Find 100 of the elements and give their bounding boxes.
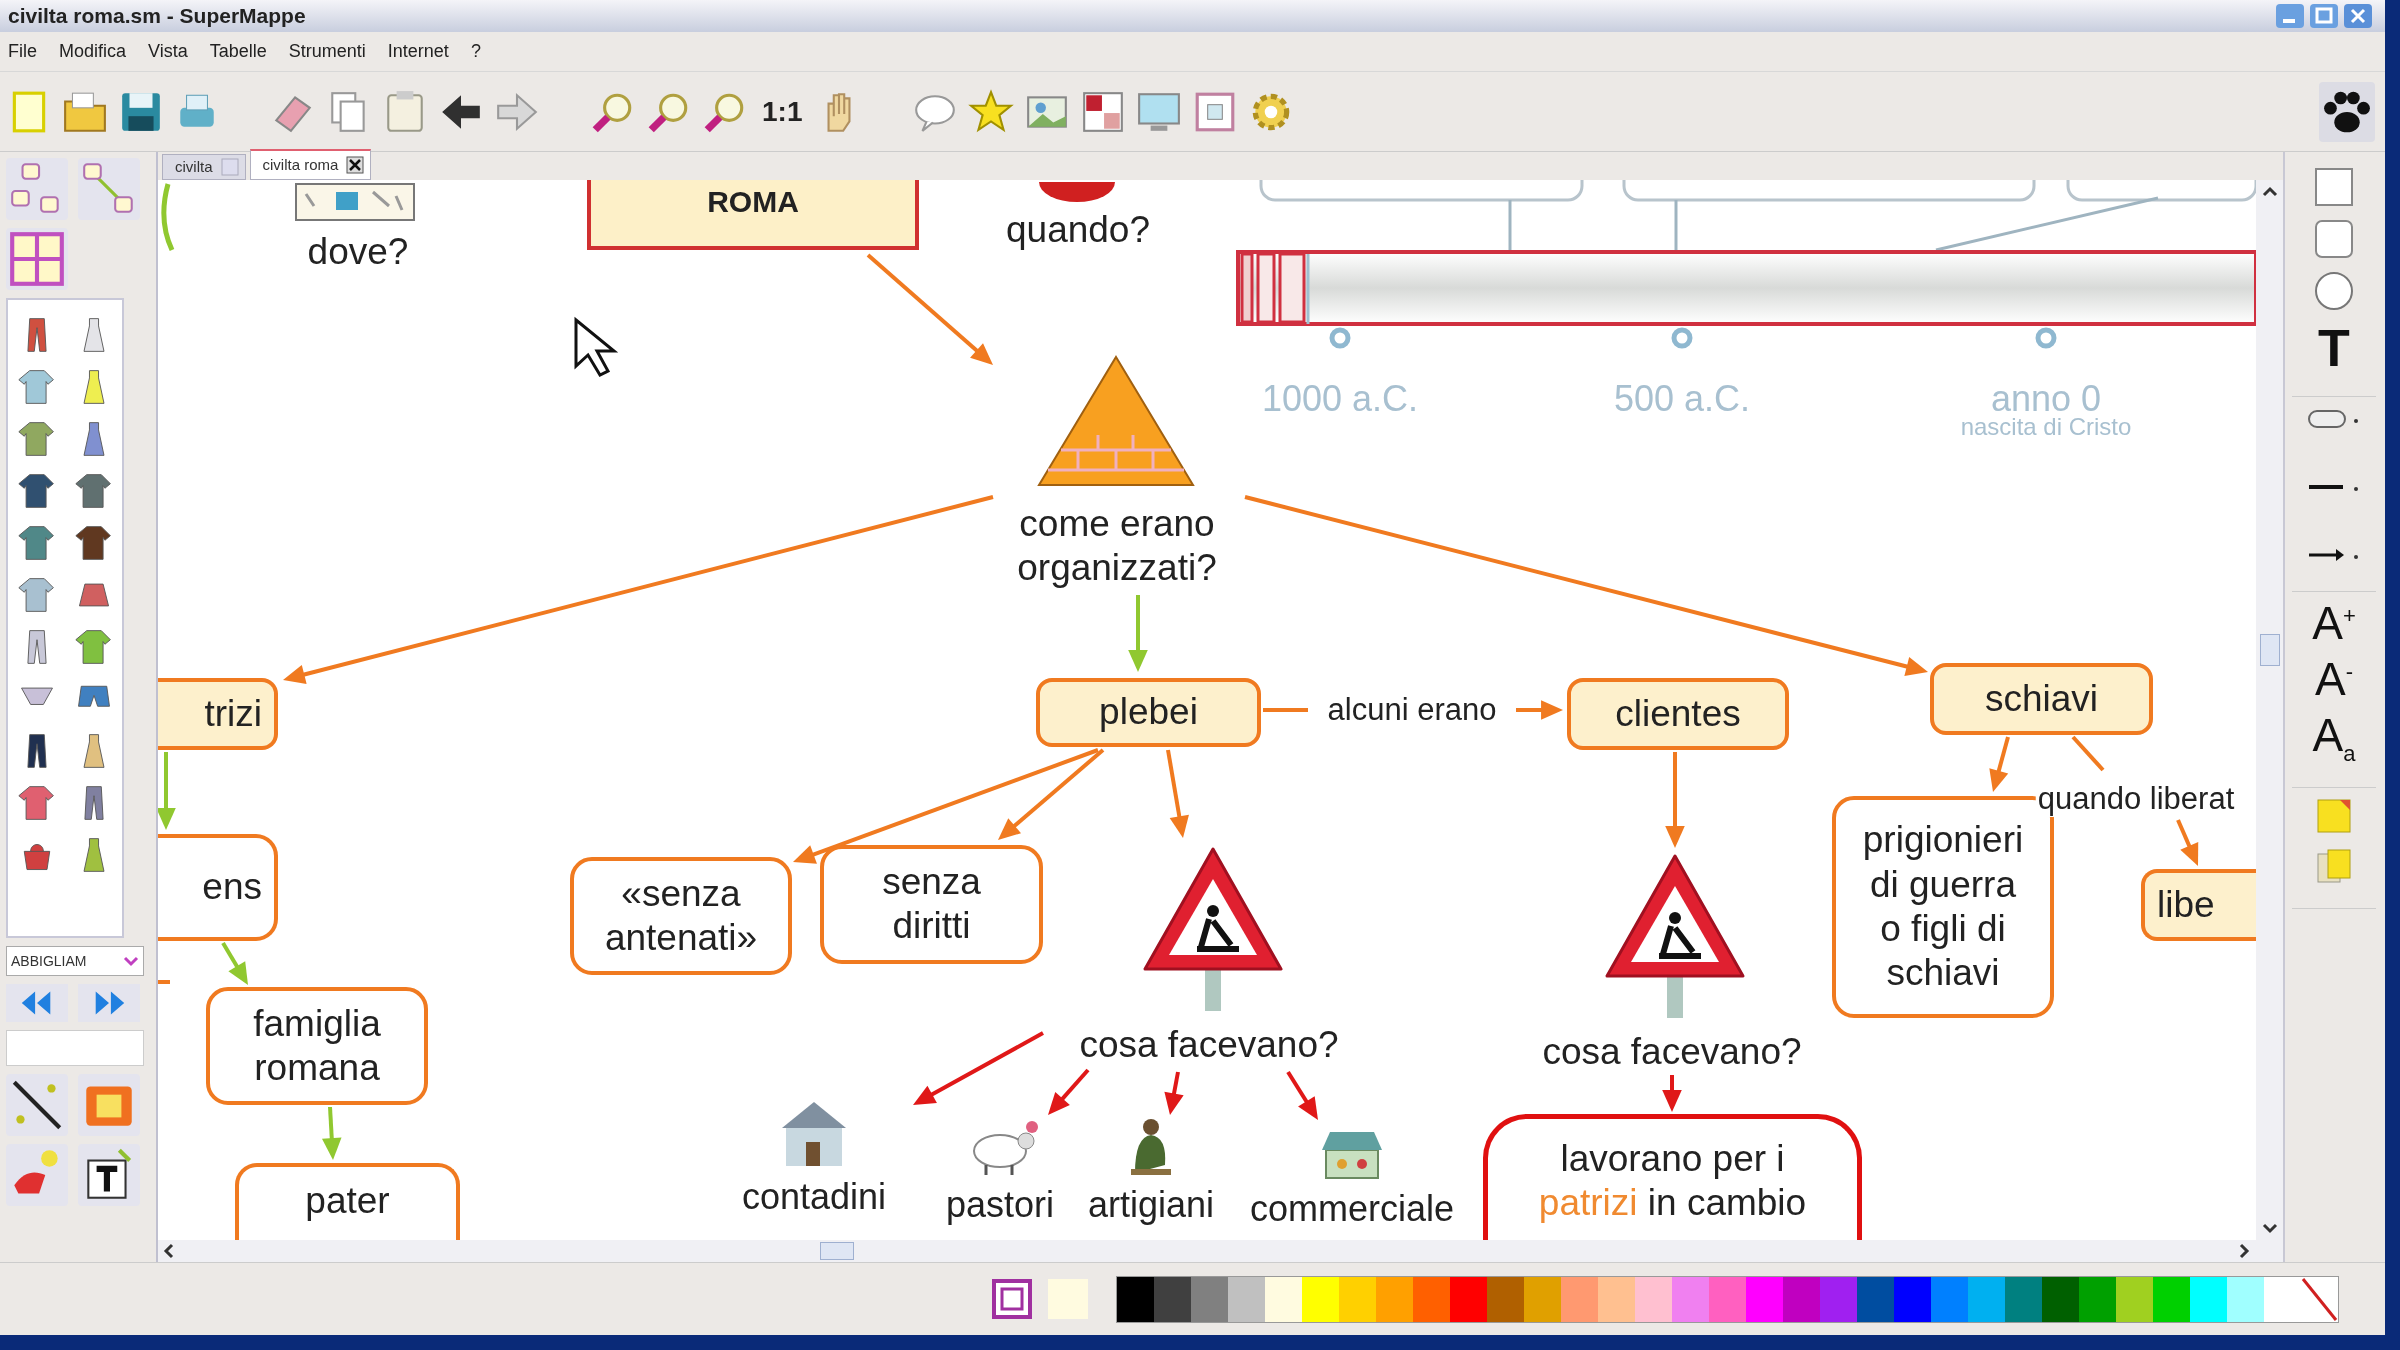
color-swatch[interactable]: [1228, 1276, 1265, 1322]
paw-icon[interactable]: [2319, 81, 2375, 142]
concept-box: «senza antenati»: [570, 857, 792, 975]
line-color-icon[interactable]: [990, 1277, 1034, 1321]
font-size-button[interactable]: A$_{a}$: [2312, 712, 2356, 766]
link-nodes-icon[interactable]: [78, 158, 140, 220]
rounded-rectangle-icon[interactable]: [2313, 218, 2355, 260]
color-swatch[interactable]: [1894, 1276, 1931, 1322]
color-swatch[interactable]: [1931, 1276, 1968, 1322]
question-label: cosa facevano?: [1542, 1029, 1802, 1074]
color-swatch[interactable]: [2005, 1276, 2042, 1322]
color-swatch[interactable]: [1561, 1276, 1598, 1322]
scroll-thumb[interactable]: [820, 1242, 854, 1260]
rectangle-shape-icon[interactable]: [2313, 166, 2355, 208]
picture-caption: contadini: [741, 1176, 887, 1218]
vertical-scrollbar[interactable]: [2256, 180, 2283, 1240]
category-dropdown[interactable]: ABBIGLIAM: [6, 946, 144, 976]
question-label: cosa facevano?: [1079, 1022, 1339, 1067]
color-swatch[interactable]: [1413, 1276, 1450, 1322]
concept-box: schiavi: [1930, 663, 2153, 735]
color-swatch[interactable]: [2264, 1276, 2301, 1322]
color-swatch[interactable]: [1968, 1276, 2005, 1322]
connector-arrow: [322, 1106, 342, 1160]
color-swatch[interactable]: [2153, 1276, 2190, 1322]
color-swatch[interactable]: [1117, 1276, 1154, 1322]
color-swatch[interactable]: [1820, 1276, 1857, 1322]
nodes-icon[interactable]: [6, 158, 68, 220]
farmhouse-icon: [782, 1102, 846, 1166]
connector-line: [1508, 200, 1512, 250]
no-color-icon[interactable]: [2301, 1276, 2338, 1322]
color-swatch[interactable]: [1524, 1276, 1561, 1322]
color-swatch[interactable]: [2079, 1276, 2116, 1322]
actual-size-button[interactable]: 1:1: [758, 95, 807, 128]
color-swatch[interactable]: [1376, 1276, 1413, 1322]
roadwork-sign-icon: [1143, 847, 1283, 1011]
font-size-button[interactable]: A$^{-}$: [2315, 656, 2353, 702]
pyramid-icon: [1037, 355, 1195, 486]
connector-arrow: [1516, 700, 1563, 720]
circle-shape-icon[interactable]: [2313, 270, 2355, 312]
kneeling-person-icon: [1131, 1119, 1171, 1175]
map-icon: [295, 183, 415, 221]
concept-box: ROMA: [587, 180, 919, 250]
connector-line: [1263, 708, 1308, 712]
color-swatch[interactable]: [1857, 1276, 1894, 1322]
color-swatch[interactable]: [2190, 1276, 2227, 1322]
document-tab[interactable]: civilta: [162, 154, 246, 180]
connector-arrow: [1048, 1068, 1090, 1115]
roadwork-sign-icon: [1605, 854, 1745, 1018]
magic-wand-icon[interactable]: [6, 1074, 68, 1136]
close-icon[interactable]: [346, 156, 365, 174]
color-swatch[interactable]: [1746, 1276, 1783, 1322]
menu-item[interactable]: Internet: [387, 40, 449, 62]
color-swatch[interactable]: [1450, 1276, 1487, 1322]
search-field[interactable]: [6, 1030, 144, 1066]
scroll-thumb[interactable]: [2259, 634, 2280, 666]
menu-item[interactable]: File: [8, 40, 37, 62]
concept-box: pater: [235, 1163, 460, 1240]
paint-icon[interactable]: [6, 1144, 68, 1206]
horizontal-scrollbar[interactable]: [158, 1240, 2283, 1262]
color-swatch[interactable]: [1709, 1276, 1746, 1322]
cursor-icon: [574, 316, 619, 377]
window-title: civilta roma.sm - SuperMappe: [8, 3, 306, 28]
color-swatch[interactable]: [2042, 1276, 2079, 1322]
timeline-label: 1000 a.C.: [1261, 378, 1419, 420]
text-tool-button[interactable]: T: [2318, 322, 2350, 374]
menu-item[interactable]: Modifica: [59, 40, 127, 62]
maximize-icon[interactable]: [2309, 2, 2339, 29]
picture-frame-icon[interactable]: [78, 1074, 140, 1136]
color-swatch[interactable]: [1598, 1276, 1635, 1322]
menu-item[interactable]: Strumenti: [288, 40, 366, 62]
connector-arrow: [1662, 1075, 1682, 1112]
minimize-icon[interactable]: [2275, 2, 2305, 29]
tab-icon: [220, 158, 239, 176]
grid-icon[interactable]: [6, 228, 68, 290]
menu-item[interactable]: Tabelle: [209, 40, 267, 62]
menu-item[interactable]: Vista: [148, 40, 188, 62]
color-swatch[interactable]: [1635, 1276, 1672, 1322]
menu-item[interactable]: ?: [470, 40, 481, 62]
color-swatch[interactable]: [1154, 1276, 1191, 1322]
document-tab[interactable]: civilta roma: [249, 149, 372, 180]
star-icon[interactable]: [968, 88, 1015, 135]
timeline-label: 500 a.C.: [1613, 378, 1751, 420]
concept-box: libe: [2141, 869, 2256, 941]
concept-box: clientes: [1567, 678, 1789, 750]
font-size-button[interactable]: A$^{+}$: [2312, 600, 2356, 646]
connector-arrow: [2176, 819, 2199, 866]
color-swatch[interactable]: [1672, 1276, 1709, 1322]
color-swatch[interactable]: [1191, 1276, 1228, 1322]
picture-caption: pastori: [945, 1184, 1055, 1226]
color-swatch[interactable]: [1339, 1276, 1376, 1322]
color-swatch[interactable]: [1302, 1276, 1339, 1322]
caret-icon: [123, 954, 139, 968]
color-swatch[interactable]: [2116, 1276, 2153, 1322]
connector-line: [161, 183, 175, 251]
color-swatch[interactable]: [1487, 1276, 1524, 1322]
color-swatch[interactable]: [1783, 1276, 1820, 1322]
color-swatch[interactable]: [1265, 1276, 1302, 1322]
picture-caption: commerciale: [1250, 1188, 1454, 1230]
text-box-icon[interactable]: [78, 1144, 140, 1206]
color-swatch[interactable]: [2227, 1276, 2264, 1322]
